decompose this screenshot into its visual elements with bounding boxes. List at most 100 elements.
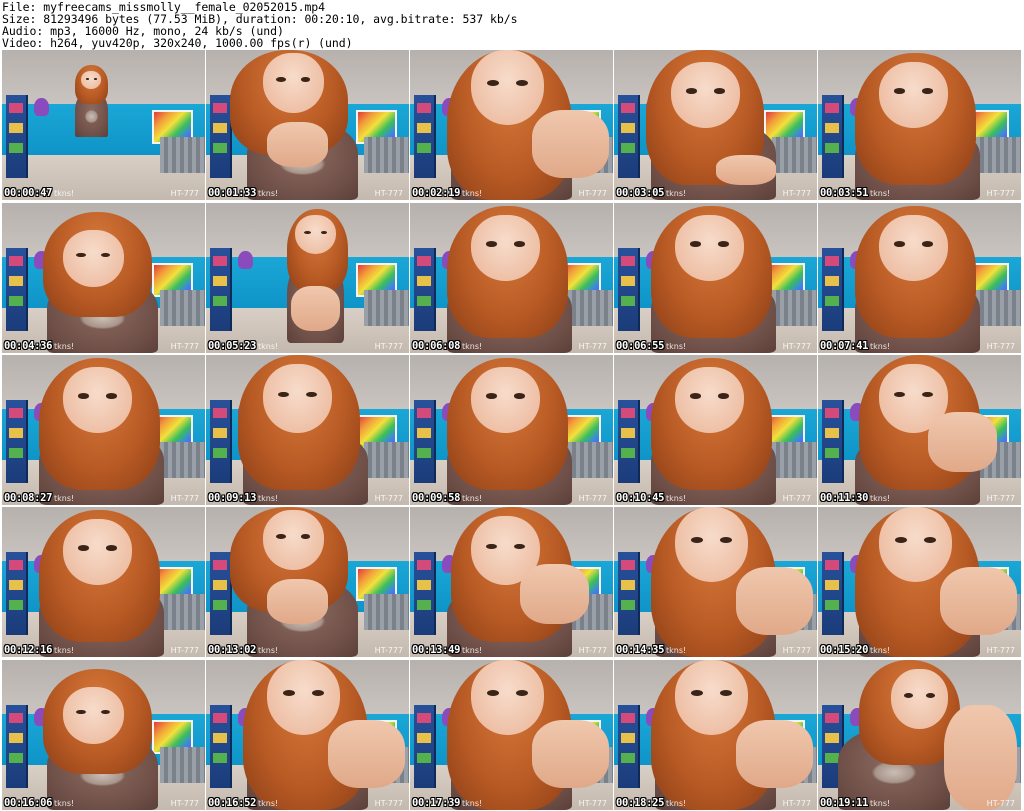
person-face <box>674 215 744 281</box>
room-bed <box>568 442 613 478</box>
room-shelf <box>822 248 845 331</box>
person-face <box>878 62 948 128</box>
person-face <box>470 50 544 125</box>
room-bed <box>160 747 205 783</box>
room-shelf <box>6 552 29 635</box>
video-thumbnail: tkns! HT-777 00:01:33 <box>206 50 409 200</box>
video-thumbnail: tkns! HT-777 00:17:39 <box>410 660 613 810</box>
tip-overlay-text: tkns! <box>54 799 75 808</box>
tip-overlay-text: tkns! <box>462 494 483 503</box>
person-face <box>62 687 124 744</box>
person-face <box>891 669 948 729</box>
person-arm <box>266 122 328 167</box>
room-shelf <box>414 95 437 178</box>
watermark-label: HT-777 <box>986 189 1015 198</box>
video-thumbnail: tkns! HT-777 00:02:19 <box>410 50 613 200</box>
tip-overlay-text: tkns! <box>666 342 687 351</box>
room-bed <box>160 290 205 326</box>
tip-overlay-text: tkns! <box>666 799 687 808</box>
tip-overlay-text: tkns! <box>258 189 279 198</box>
thumbnail-timestamp: 00:19:11 <box>820 797 869 809</box>
person-face <box>470 215 540 281</box>
room-shelf <box>822 400 845 483</box>
video-thumbnail: tkns! HT-777 00:18:25 <box>614 660 817 810</box>
room-bed <box>364 137 409 173</box>
room-bed <box>772 442 817 478</box>
thumbnail-timestamp: 00:03:05 <box>616 187 665 199</box>
room-shelf <box>210 95 233 178</box>
person-face <box>262 364 332 433</box>
room-bed <box>568 290 613 326</box>
person-face <box>674 660 748 735</box>
watermark-label: HT-777 <box>782 342 811 351</box>
room-bed <box>160 594 205 630</box>
video-thumbnail: tkns! HT-777 00:16:52 <box>206 660 409 810</box>
room-shelf <box>6 248 29 331</box>
tip-overlay-text: tkns! <box>258 342 279 351</box>
watermark-label: HT-777 <box>986 342 1015 351</box>
video-thumbnail: tkns! HT-777 00:12:16 <box>2 507 205 657</box>
tip-overlay-text: tkns! <box>258 494 279 503</box>
room-bed <box>976 290 1021 326</box>
thumbnail-timestamp: 00:06:08 <box>412 340 461 352</box>
room-shelf <box>6 95 29 178</box>
tip-overlay-text: tkns! <box>258 799 279 808</box>
person-arm <box>531 720 609 788</box>
video-thumbnail: tkns! HT-777 00:00:47 <box>2 50 205 200</box>
tip-overlay-text: tkns! <box>54 646 75 655</box>
video-thumbnail: tkns! HT-777 00:05:23 <box>206 203 409 353</box>
purple-toy <box>34 98 49 116</box>
video-thumbnail: tkns! HT-777 00:03:51 <box>818 50 1021 200</box>
watermark-label: HT-777 <box>782 189 811 198</box>
watermark-label: HT-777 <box>782 799 811 808</box>
person-face <box>470 660 544 735</box>
thumbnail-timestamp: 00:02:19 <box>412 187 461 199</box>
tip-overlay-text: tkns! <box>870 189 891 198</box>
purple-toy <box>238 251 253 269</box>
room-bed <box>772 137 817 173</box>
video-thumbnail: tkns! HT-777 00:09:58 <box>410 355 613 505</box>
watermark-label: HT-777 <box>170 342 199 351</box>
video-thumbnail: tkns! HT-777 00:16:06 <box>2 660 205 810</box>
room-shelf <box>210 400 233 483</box>
room-shelf <box>618 705 641 788</box>
thumbnail-timestamp: 00:16:06 <box>4 797 53 809</box>
person-face <box>878 507 952 582</box>
room-shelf <box>210 552 233 635</box>
person-arm <box>735 567 813 635</box>
person-arm <box>519 564 589 624</box>
person-arm <box>327 720 405 788</box>
watermark-label: HT-777 <box>578 646 607 655</box>
thumbnail-timestamp: 00:00:47 <box>4 187 53 199</box>
watermark-label: HT-777 <box>782 494 811 503</box>
video-thumbnail: tkns! HT-777 00:14:35 <box>614 507 817 657</box>
tip-overlay-text: tkns! <box>666 646 687 655</box>
room-bed <box>976 137 1021 173</box>
person-face <box>62 230 124 287</box>
thumbnail-grid: tkns! HT-777 00:00:47 tkns! HT-777 00:01:33 tk… <box>0 50 1024 811</box>
thumbnail-timestamp: 00:13:49 <box>412 644 461 656</box>
watermark-label: HT-777 <box>986 799 1015 808</box>
thumbnail-timestamp: 00:03:51 <box>820 187 869 199</box>
watermark-label: HT-777 <box>986 646 1015 655</box>
thumbnail-timestamp: 00:05:23 <box>208 340 257 352</box>
thumbnail-timestamp: 00:06:55 <box>616 340 665 352</box>
room-shelf <box>822 552 845 635</box>
tip-overlay-text: tkns! <box>666 189 687 198</box>
video-thumbnail: tkns! HT-777 00:08:27 <box>2 355 205 505</box>
room-shelf <box>618 400 641 483</box>
video-thumbnail: tkns! HT-777 00:06:55 <box>614 203 817 353</box>
watermark-label: HT-777 <box>986 494 1015 503</box>
video-thumbnail: tkns! HT-777 00:06:08 <box>410 203 613 353</box>
watermark-label: HT-777 <box>374 646 403 655</box>
video-thumbnail: tkns! HT-777 00:03:05 <box>614 50 817 200</box>
room-bed <box>364 442 409 478</box>
room-bed <box>772 290 817 326</box>
thumbnail-timestamp: 00:04:36 <box>4 340 53 352</box>
watermark-label: HT-777 <box>374 799 403 808</box>
tip-overlay-text: tkns! <box>870 646 891 655</box>
person-arm <box>531 110 609 178</box>
watermark-label: HT-777 <box>374 342 403 351</box>
room-bed <box>160 442 205 478</box>
thumbnail-timestamp: 00:12:16 <box>4 644 53 656</box>
